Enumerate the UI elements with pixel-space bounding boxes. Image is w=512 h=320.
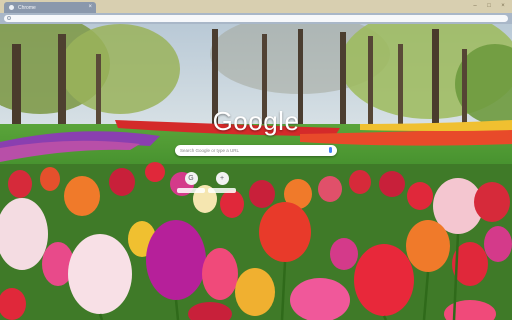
search-icon — [7, 16, 11, 20]
search-box[interactable]: Search Google or type a URL — [175, 145, 337, 156]
microphone-icon[interactable] — [329, 147, 332, 153]
shortcuts: G + — [176, 172, 240, 196]
tab-close-icon[interactable]: × — [88, 3, 92, 12]
minimize-icon[interactable]: – — [470, 1, 480, 11]
maximize-icon[interactable]: □ — [484, 1, 494, 11]
google-shortcut-icon: G — [184, 172, 198, 185]
close-window-icon[interactable]: × — [498, 1, 508, 11]
add-shortcut-tile[interactable]: + — [206, 172, 238, 193]
shortcut-tile[interactable]: G — [175, 172, 207, 193]
tab-new-tab[interactable]: Chrome × — [4, 2, 96, 13]
address-bar[interactable] — [4, 15, 508, 22]
plus-icon: + — [215, 172, 229, 185]
search-placeholder: Search Google or type a URL — [180, 148, 240, 153]
chrome-favicon-icon — [9, 5, 14, 10]
tab-title: Chrome — [18, 4, 36, 11]
add-shortcut-label — [208, 188, 236, 193]
shortcut-label — [177, 188, 205, 193]
window-controls: – □ × — [470, 1, 508, 11]
new-tab-page: Google Search Google or type a URL G + — [0, 24, 512, 320]
tab-strip: Chrome × – □ × — [0, 0, 512, 13]
toolbar — [0, 13, 512, 24]
google-logo: Google — [212, 106, 300, 136]
tulip-garden-background — [0, 24, 512, 320]
